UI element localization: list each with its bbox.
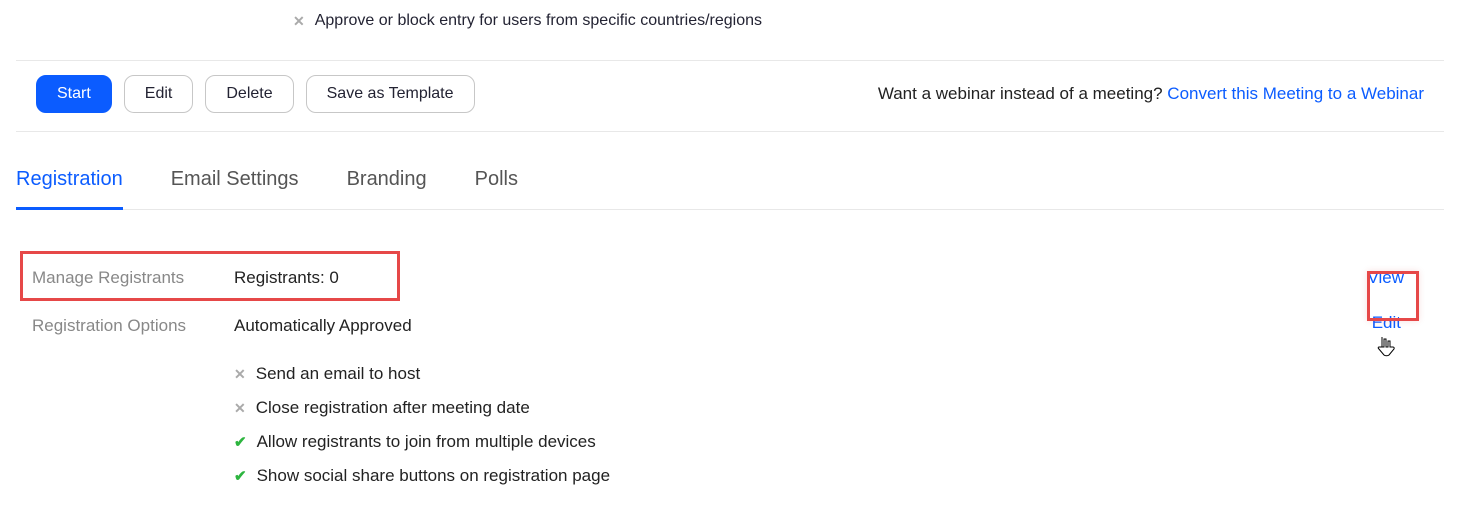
convert-prompt-text: Want a webinar instead of a meeting? — [878, 84, 1167, 103]
tab-branding[interactable]: Branding — [347, 168, 427, 209]
option-text: Show social share buttons on registratio… — [257, 466, 610, 486]
registration-section: Manage Registrants Registrants: 0 View R… — [16, 210, 1444, 500]
option-text: Close registration after meeting date — [256, 398, 530, 418]
option-close-registration: ✕ Close registration after meeting date — [234, 398, 1375, 418]
registration-options-label: Registration Options — [16, 316, 234, 336]
registration-options-row: Registration Options Automatically Appro… — [16, 302, 1444, 500]
view-registrants-link[interactable]: View — [1367, 268, 1444, 288]
tab-email-settings[interactable]: Email Settings — [171, 168, 299, 209]
tab-registration[interactable]: Registration — [16, 168, 123, 210]
save-template-button[interactable]: Save as Template — [306, 75, 475, 113]
manage-registrants-value: Registrants: 0 — [234, 268, 1367, 288]
check-icon: ✔ — [234, 467, 247, 485]
option-multiple-devices: ✔ Allow registrants to join from multipl… — [234, 432, 1375, 452]
tab-polls[interactable]: Polls — [475, 168, 518, 209]
registration-options-list: ✕ Send an email to host ✕ Close registra… — [234, 364, 1375, 486]
option-send-email-host: ✕ Send an email to host — [234, 364, 1375, 384]
action-buttons: Start Edit Delete Save as Template — [36, 75, 475, 113]
option-text: Allow registrants to join from multiple … — [257, 432, 596, 452]
option-social-share: ✔ Show social share buttons on registrat… — [234, 466, 1375, 486]
check-icon: ✔ — [234, 433, 247, 451]
start-button[interactable]: Start — [36, 75, 112, 113]
registration-approval-value: Automatically Approved — [234, 316, 412, 335]
manage-registrants-row: Manage Registrants Registrants: 0 View — [16, 254, 1444, 302]
convert-link[interactable]: Convert this Meeting to a Webinar — [1167, 84, 1424, 103]
edit-button[interactable]: Edit — [124, 75, 194, 113]
registration-options-value: Automatically Approved ✕ Send an email t… — [234, 316, 1375, 486]
edit-registration-options-link[interactable]: Edit — [1372, 313, 1441, 333]
manage-registrants-label: Manage Registrants — [16, 268, 234, 288]
x-icon: ✕ — [234, 366, 246, 383]
option-text: Send an email to host — [256, 364, 420, 384]
divider — [16, 60, 1444, 61]
convert-prompt: Want a webinar instead of a meeting? Con… — [878, 84, 1424, 104]
x-icon: ✕ — [293, 13, 305, 30]
top-option-text: Approve or block entry for users from sp… — [315, 12, 762, 30]
action-row: Start Edit Delete Save as Template Want … — [16, 75, 1444, 132]
x-icon: ✕ — [234, 400, 246, 417]
delete-button[interactable]: Delete — [205, 75, 293, 113]
tabs: Registration Email Settings Branding Pol… — [16, 132, 1444, 210]
top-disabled-option: ✕ Approve or block entry for users from … — [293, 12, 1444, 30]
